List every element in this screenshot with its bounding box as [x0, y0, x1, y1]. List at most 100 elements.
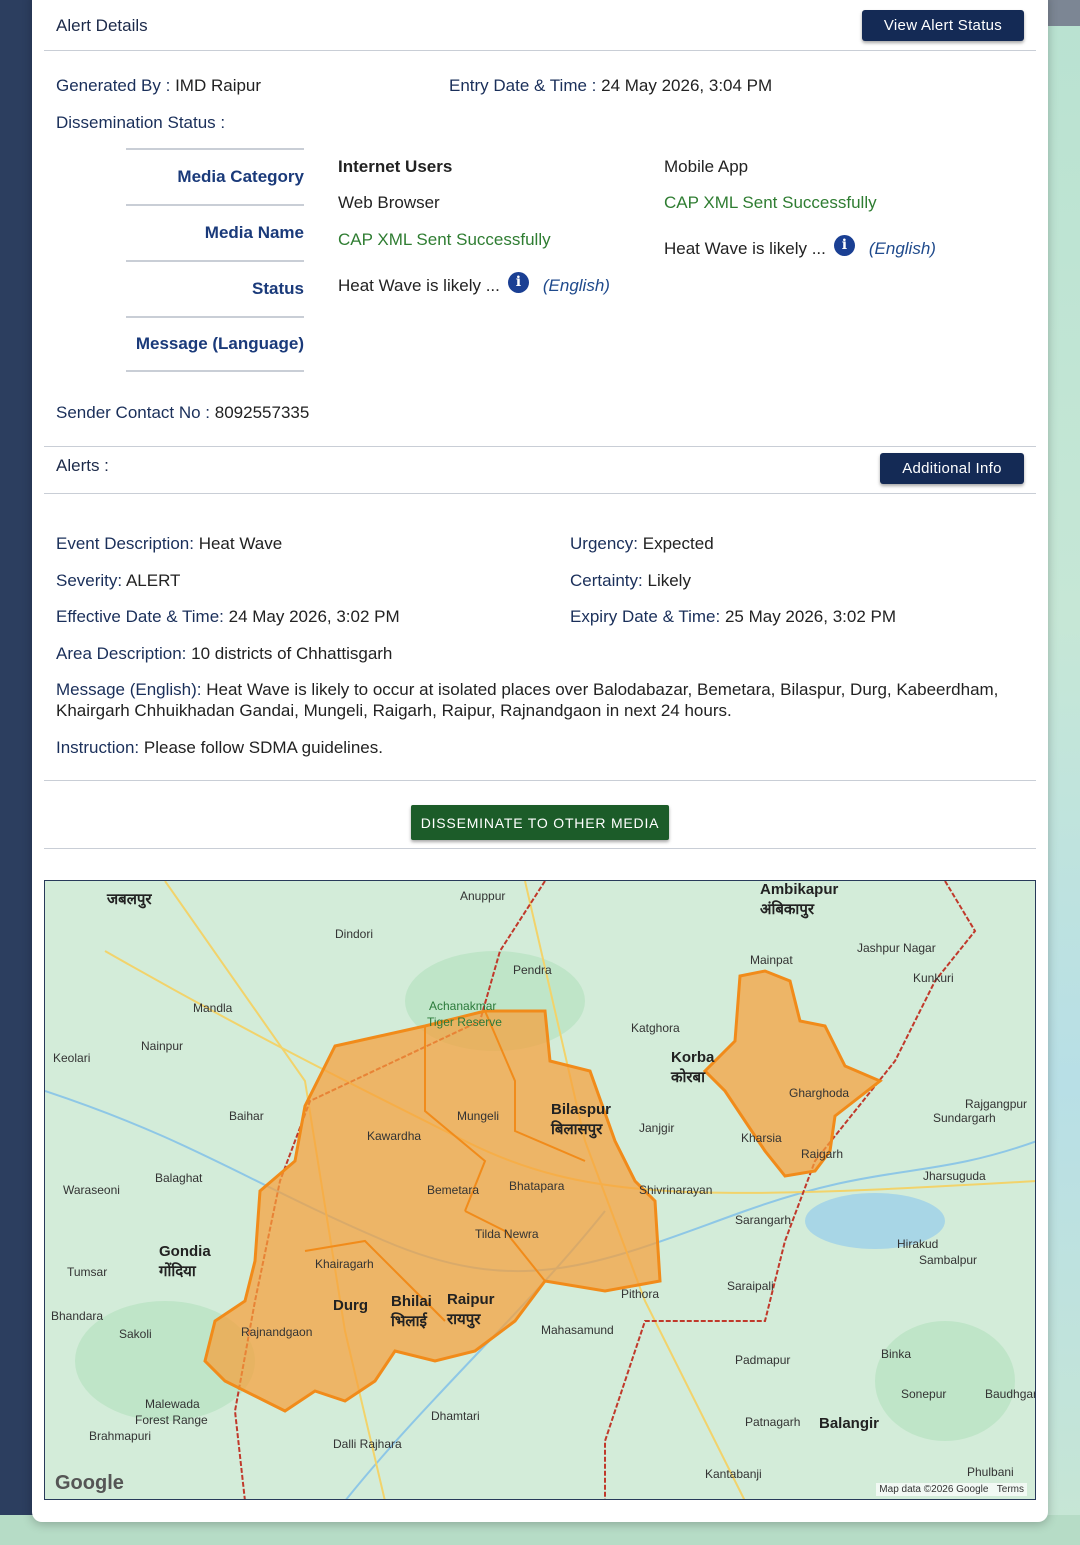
- map-label-pendra: Pendra: [513, 963, 552, 977]
- alerts-title: Alerts :: [56, 455, 109, 475]
- map-credit: Map data ©2026 Google Terms: [876, 1483, 1027, 1496]
- map-label-raigarh: Raigarh: [801, 1147, 844, 1161]
- message-mobile-language: (English): [868, 239, 936, 258]
- message-internet-language: (English): [542, 276, 610, 295]
- status-internet: CAP XML Sent Successfully: [338, 230, 551, 249]
- media-category-mobile: Mobile App: [664, 157, 749, 176]
- map-label-kunkuri: Kunkuri: [913, 971, 954, 985]
- divider: [44, 446, 1036, 447]
- sender-label: Sender Contact No :: [56, 403, 211, 422]
- header-message-language: Message (Language): [126, 316, 304, 372]
- view-alert-status-button[interactable]: View Alert Status: [862, 10, 1024, 41]
- map-label-bhatapara: Bhatapara: [509, 1179, 565, 1193]
- map-label-baihar: Baihar: [229, 1109, 264, 1123]
- divider: [44, 780, 1036, 781]
- map-label-tilda-newra: Tilda Newra: [475, 1227, 539, 1241]
- message-mobile: Heat Wave is likely ... i (English): [664, 235, 936, 260]
- map-forest: [875, 1321, 1015, 1441]
- alert-details-title: Alert Details: [56, 15, 148, 35]
- map-label-sonepur: Sonepur: [901, 1387, 947, 1401]
- severity-label: Severity:: [56, 571, 123, 590]
- map-label-shivrinarayan: Shivrinarayan: [639, 1183, 713, 1197]
- map-label-pithora: Pithora: [621, 1287, 660, 1301]
- entry-label: Entry Date & Time :: [449, 76, 597, 95]
- map-terms-link[interactable]: Terms: [997, 1484, 1024, 1495]
- urgency-label: Urgency:: [570, 534, 639, 553]
- info-icon[interactable]: i: [507, 272, 529, 293]
- instruction-label: Instruction:: [56, 738, 140, 757]
- dissemination-status-text: Dissemination Status :: [56, 113, 226, 132]
- message-internet: Heat Wave is likely ... i (English): [338, 272, 610, 297]
- expiry-datetime: Expiry Date & Time: 25 May 2026, 3:02 PM: [570, 607, 896, 627]
- effective-value: 24 May 2026, 3:02 PM: [228, 607, 400, 626]
- divider: [44, 50, 1036, 51]
- effective-datetime: Effective Date & Time: 24 May 2026, 3:02…: [56, 607, 400, 627]
- map-label-khairagarh: Khairagarh: [315, 1257, 374, 1271]
- map-label-binka: Binka: [881, 1347, 912, 1361]
- disseminate-other-media-button[interactable]: DISSEMINATE TO OTHER MEDIA: [411, 805, 669, 840]
- info-icon[interactable]: i: [833, 235, 855, 256]
- expiry-label: Expiry Date & Time:: [570, 607, 721, 626]
- map-label-bilaspur-hindi: बिलासपुर: [551, 1121, 603, 1138]
- generated-by-value: IMD Raipur: [175, 76, 262, 95]
- map-label-mahasamund: Mahasamund: [541, 1323, 614, 1337]
- urgency: Urgency: Expected: [570, 534, 714, 554]
- map-label-balangir: Balangir: [819, 1415, 880, 1432]
- sender-contact: Sender Contact No : 8092557335: [56, 403, 309, 423]
- map-label-kharsia: Kharsia: [741, 1131, 782, 1145]
- area-description: Area Description: 10 districts of Chhatt…: [56, 644, 392, 664]
- severity-value: ALERT: [125, 571, 181, 590]
- map-label-achanakmar: Achanakmar: [429, 999, 497, 1013]
- map-label-bhandara: Bhandara: [51, 1309, 104, 1323]
- map-label-forest-range: Forest Range: [135, 1413, 208, 1427]
- map-label-mainpat: Mainpat: [750, 953, 793, 967]
- alert-area-map[interactable]: जबलपुर Anuppur Ambikapur अंबिकापुर Dindo…: [44, 880, 1036, 1500]
- certainty: Certainty: Likely: [570, 571, 691, 591]
- media-category-internet: Internet Users: [338, 157, 453, 176]
- map-label-anuppur: Anuppur: [460, 889, 506, 903]
- map-label-kantabanji: Kantabanji: [705, 1467, 762, 1481]
- map-label-kawardha: Kawardha: [367, 1129, 422, 1143]
- area-label: Area Description:: [56, 644, 187, 663]
- map-label-rajgangpur: Rajgangpur: [965, 1097, 1028, 1111]
- message-label: Message (English):: [56, 680, 202, 699]
- map-label-mandla: Mandla: [193, 1001, 233, 1015]
- generated-by: Generated By : IMD Raipur: [56, 76, 261, 96]
- map-label-sarangarh: Sarangarh: [735, 1213, 792, 1227]
- certainty-value: Likely: [647, 571, 691, 590]
- map-label-phulbani: Phulbani: [967, 1465, 1014, 1479]
- map-label-raipur-hindi: रायपुर: [447, 1311, 481, 1328]
- map-label-balaghat: Balaghat: [155, 1171, 203, 1185]
- map-label-jashpur: Jashpur Nagar: [857, 941, 936, 955]
- map-label-katghora: Katghora: [631, 1021, 680, 1035]
- event-description: Event Description: Heat Wave: [56, 534, 282, 554]
- generated-by-label: Generated By :: [56, 76, 171, 95]
- header-status: Status: [126, 260, 304, 316]
- entry-value: 24 May 2026, 3:04 PM: [601, 76, 773, 95]
- map-label-malewada: Malewada: [145, 1397, 200, 1411]
- effective-label: Effective Date & Time:: [56, 607, 224, 626]
- alert-details-modal: Alert Details View Alert Status Generate…: [32, 0, 1048, 1522]
- map-label-tumsar: Tumsar: [67, 1265, 108, 1279]
- alert-details-header: Alert Details View Alert Status: [44, 10, 1036, 41]
- map-label-dalli-rajhara: Dalli Rajhara: [333, 1437, 402, 1451]
- message-english: Message (English): Heat Wave is likely t…: [56, 679, 1026, 721]
- certainty-label: Certainty:: [570, 571, 643, 590]
- event-label: Event Description:: [56, 534, 194, 553]
- instruction: Instruction: Please follow SDMA guidelin…: [56, 738, 383, 758]
- map-label-korba: Korba: [671, 1049, 715, 1066]
- map-label-jharsuguda: Jharsuguda: [923, 1169, 986, 1183]
- map-label-ambikapur: Ambikapur: [760, 881, 839, 898]
- map-label-dindori: Dindori: [335, 927, 374, 941]
- map-label-dhamtari: Dhamtari: [431, 1409, 480, 1423]
- map-label-rajnandgaon: Rajnandgaon: [241, 1325, 313, 1339]
- entry-datetime: Entry Date & Time : 24 May 2026, 3:04 PM: [449, 76, 772, 96]
- media-name-web-browser: Web Browser: [338, 193, 440, 212]
- additional-info-button[interactable]: Additional Info: [880, 453, 1024, 484]
- sender-value: 8092557335: [214, 403, 310, 422]
- map-label-durg: Durg: [333, 1297, 368, 1314]
- alerts-header: Alerts : Additional Info: [44, 453, 1036, 484]
- message-internet-text: Heat Wave is likely ...: [338, 276, 500, 295]
- map-label-bhilai-hindi: भिलाई: [391, 1313, 427, 1330]
- map-label-sambalpur: Sambalpur: [919, 1253, 978, 1267]
